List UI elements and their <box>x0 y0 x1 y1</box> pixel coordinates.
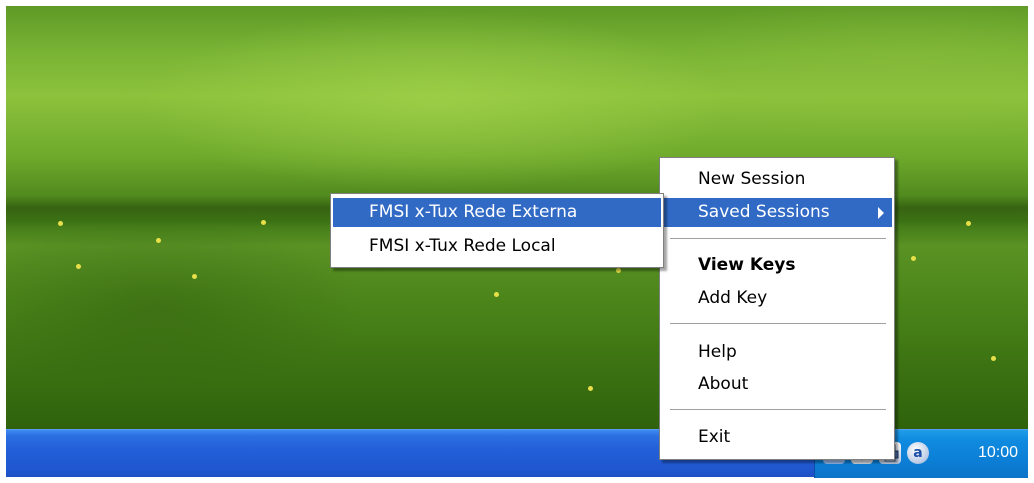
wallpaper-flower <box>494 292 499 297</box>
menu-item-saved-sessions[interactable]: Saved Sessions <box>662 198 892 227</box>
wallpaper-flower <box>911 256 916 261</box>
wallpaper-flower <box>991 356 996 361</box>
submenu-arrow-icon <box>878 207 884 219</box>
menu-separator <box>670 409 886 411</box>
menu-separator <box>670 238 886 240</box>
menu-item-label: View Keys <box>698 255 796 275</box>
assistant-icon-letter: a <box>913 445 923 461</box>
wallpaper-flower <box>156 238 161 243</box>
menu-item-help[interactable]: Help <box>662 338 892 367</box>
wallpaper-flower <box>58 221 63 226</box>
wallpaper-flower <box>966 221 971 226</box>
menu-item-about[interactable]: About <box>662 370 892 399</box>
saved-sessions-submenu: FMSI x-Tux Rede Externa FMSI x-Tux Rede … <box>330 193 664 268</box>
menu-separator <box>670 323 886 325</box>
menu-item-label: Saved Sessions <box>698 202 830 222</box>
menu-item-new-session[interactable]: New Session <box>662 165 892 194</box>
session-item-local[interactable]: FMSI x-Tux Rede Local <box>333 232 661 261</box>
session-item-externa[interactable]: FMSI x-Tux Rede Externa <box>333 198 661 227</box>
menu-item-label: Exit <box>698 427 731 447</box>
wallpaper-flower <box>192 274 197 279</box>
menu-item-view-keys[interactable]: View Keys <box>662 251 892 280</box>
tray-clock[interactable]: 10:00 <box>978 444 1018 462</box>
wallpaper-flower <box>616 268 621 273</box>
tray-context-menu: New Session Saved Sessions View Keys Add… <box>659 157 895 460</box>
session-item-label: FMSI x-Tux Rede Local <box>369 236 556 256</box>
menu-item-label: Help <box>698 342 737 362</box>
menu-item-add-key[interactable]: Add Key <box>662 284 892 313</box>
session-item-label: FMSI x-Tux Rede Externa <box>369 202 578 222</box>
menu-item-exit[interactable]: Exit <box>662 423 892 452</box>
menu-item-label: About <box>698 374 749 394</box>
menu-item-label: Add Key <box>698 288 768 308</box>
wallpaper-flower <box>588 386 593 391</box>
menu-item-label: New Session <box>698 169 806 189</box>
assistant-icon[interactable]: a <box>907 442 929 464</box>
wallpaper-flower <box>261 220 266 225</box>
wallpaper-flower <box>76 264 81 269</box>
